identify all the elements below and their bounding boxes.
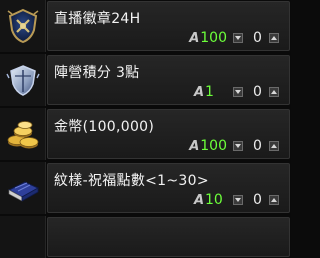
increase-button[interactable] <box>269 87 279 97</box>
item-amount: 100 <box>200 30 227 46</box>
quantity-controls: A 100 0 <box>189 30 279 46</box>
quantity-value: 0 <box>253 138 262 154</box>
item-info: 直播徽章24H A 100 0 <box>47 1 290 51</box>
item-name: 紋樣-祝福點數<1~30> <box>54 173 209 189</box>
item-amount: 1 <box>205 84 214 100</box>
reward-list-panel: 直播徽章24H A 100 0 陣營積分 3點 A 1 0 金幣(100,000… <box>0 0 291 258</box>
quantity-controls: A 100 0 <box>189 138 279 154</box>
chevron-up-icon <box>271 144 277 148</box>
item-name: 陣營積分 3點 <box>54 65 140 81</box>
badge-shield-icon <box>7 8 38 44</box>
chevron-down-icon <box>235 198 241 202</box>
quantity-controls: A 1 0 <box>194 84 279 100</box>
silver-shield-icon <box>5 65 40 96</box>
item-icon-slot <box>0 108 46 160</box>
item-name: 金幣(100,000) <box>54 119 155 135</box>
decrease-button[interactable] <box>233 141 243 151</box>
quantity-value: 0 <box>253 192 262 208</box>
blue-book-icon <box>7 181 39 202</box>
empty-item-info <box>47 217 290 257</box>
chevron-down-icon <box>235 90 241 94</box>
amount-prefix: A <box>189 30 200 46</box>
amount-prefix: A <box>193 84 204 100</box>
decrease-button[interactable] <box>233 33 243 43</box>
empty-icon-slot <box>0 216 46 258</box>
amount-prefix: A <box>189 138 200 154</box>
item-icon-slot <box>0 54 46 106</box>
gold-coins-icon <box>7 121 38 149</box>
chevron-up-icon <box>271 198 277 202</box>
decrease-button[interactable] <box>233 87 243 97</box>
chevron-up-icon <box>271 90 277 94</box>
quantity-value: 0 <box>253 84 262 100</box>
item-icon-slot <box>0 162 46 214</box>
decrease-button[interactable] <box>233 195 243 205</box>
item-info: 金幣(100,000) A 100 0 <box>47 109 290 159</box>
list-item[interactable]: 直播徽章24H A 100 0 <box>0 0 291 52</box>
quantity-controls: A 10 0 <box>194 192 279 208</box>
chevron-down-icon <box>235 144 241 148</box>
chevron-up-icon <box>271 36 277 40</box>
item-info: 紋樣-祝福點數<1~30> A 10 0 <box>47 163 290 213</box>
increase-button[interactable] <box>269 33 279 43</box>
list-item[interactable]: 陣營積分 3點 A 1 0 <box>0 54 291 106</box>
quantity-value: 0 <box>253 30 262 46</box>
list-item[interactable]: 紋樣-祝福點數<1~30> A 10 0 <box>0 162 291 214</box>
list-item[interactable]: 金幣(100,000) A 100 0 <box>0 108 291 160</box>
amount-prefix: A <box>193 192 204 208</box>
increase-button[interactable] <box>269 195 279 205</box>
item-amount: 100 <box>200 138 227 154</box>
increase-button[interactable] <box>269 141 279 151</box>
item-amount: 10 <box>205 192 223 208</box>
item-icon-slot <box>0 0 46 52</box>
empty-list-item <box>0 216 291 258</box>
item-info: 陣營積分 3點 A 1 0 <box>47 55 290 105</box>
item-name: 直播徽章24H <box>54 11 141 27</box>
chevron-down-icon <box>235 36 241 40</box>
